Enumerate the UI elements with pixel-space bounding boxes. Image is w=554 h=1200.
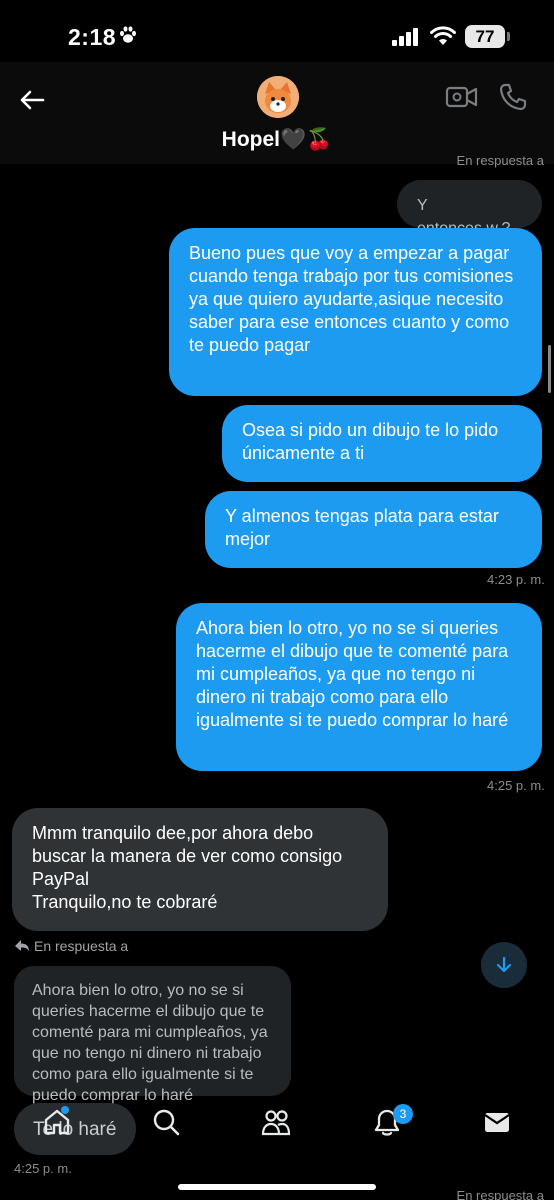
signal-icon (392, 28, 420, 51)
avatar[interactable] (257, 76, 299, 118)
message-bubble-incoming[interactable]: Mmm tranquilo dee,por ahora debo buscar … (12, 808, 388, 931)
notification-badge: 3 (393, 1104, 413, 1124)
nav-communities[interactable] (259, 1105, 293, 1139)
reply-label: En respuesta a (14, 938, 128, 954)
message-timestamp: 4:23 p. m. (487, 572, 545, 587)
home-unread-dot (61, 1106, 69, 1114)
phone-icon (499, 83, 527, 111)
arrow-down-icon (496, 956, 512, 973)
communities-icon (261, 1110, 291, 1136)
reply-arrow-icon (15, 940, 29, 951)
message-bubble-outgoing[interactable]: Osea si pido un dibujo te lo pido únicam… (222, 405, 542, 482)
quoted-message[interactable]: Ahora bien lo otro, yo no se si queries … (14, 966, 291, 1104)
scrollbar[interactable] (548, 345, 551, 393)
reply-label-bottom: En respuesta a (456, 1188, 544, 1200)
conversation-header: Hopel🖤🍒 (0, 62, 554, 164)
message-timestamp: 4:25 p. m. (487, 778, 545, 793)
status-time: 2:18 (68, 24, 117, 50)
video-call-button[interactable] (445, 82, 479, 117)
nav-messages[interactable] (480, 1105, 514, 1139)
message-timestamp: 4:25 p. m. (14, 1161, 72, 1176)
reply-label-top: En respuesta a (456, 153, 544, 168)
contact-name[interactable]: Hopel🖤🍒 (0, 128, 554, 152)
back-arrow-icon (20, 90, 45, 110)
scroll-to-bottom-button[interactable] (481, 942, 527, 988)
video-camera-icon (445, 86, 478, 108)
battery-cap (507, 32, 510, 41)
message-bubble-outgoing[interactable]: Ahora bien lo otro, yo no se si queries … (176, 603, 542, 771)
envelope-icon (484, 1113, 510, 1132)
message-bubble-outgoing[interactable]: Y almenos tengas plata para estar mejor (205, 491, 542, 568)
paw-icon (118, 25, 138, 50)
reply-label-text: En respuesta a (34, 938, 129, 954)
bottom-nav (0, 1095, 554, 1155)
quoted-message[interactable]: Y entonces.w.? (397, 180, 542, 237)
search-icon (153, 1109, 180, 1136)
home-indicator[interactable] (178, 1184, 376, 1190)
back-button[interactable] (14, 82, 50, 118)
battery-indicator: 77 (465, 25, 505, 48)
message-bubble-outgoing[interactable]: Bueno pues que voy a empezar a pagar cua… (169, 228, 542, 396)
nav-search[interactable] (149, 1105, 183, 1139)
wifi-icon (430, 26, 456, 51)
voice-call-button[interactable] (498, 82, 528, 117)
